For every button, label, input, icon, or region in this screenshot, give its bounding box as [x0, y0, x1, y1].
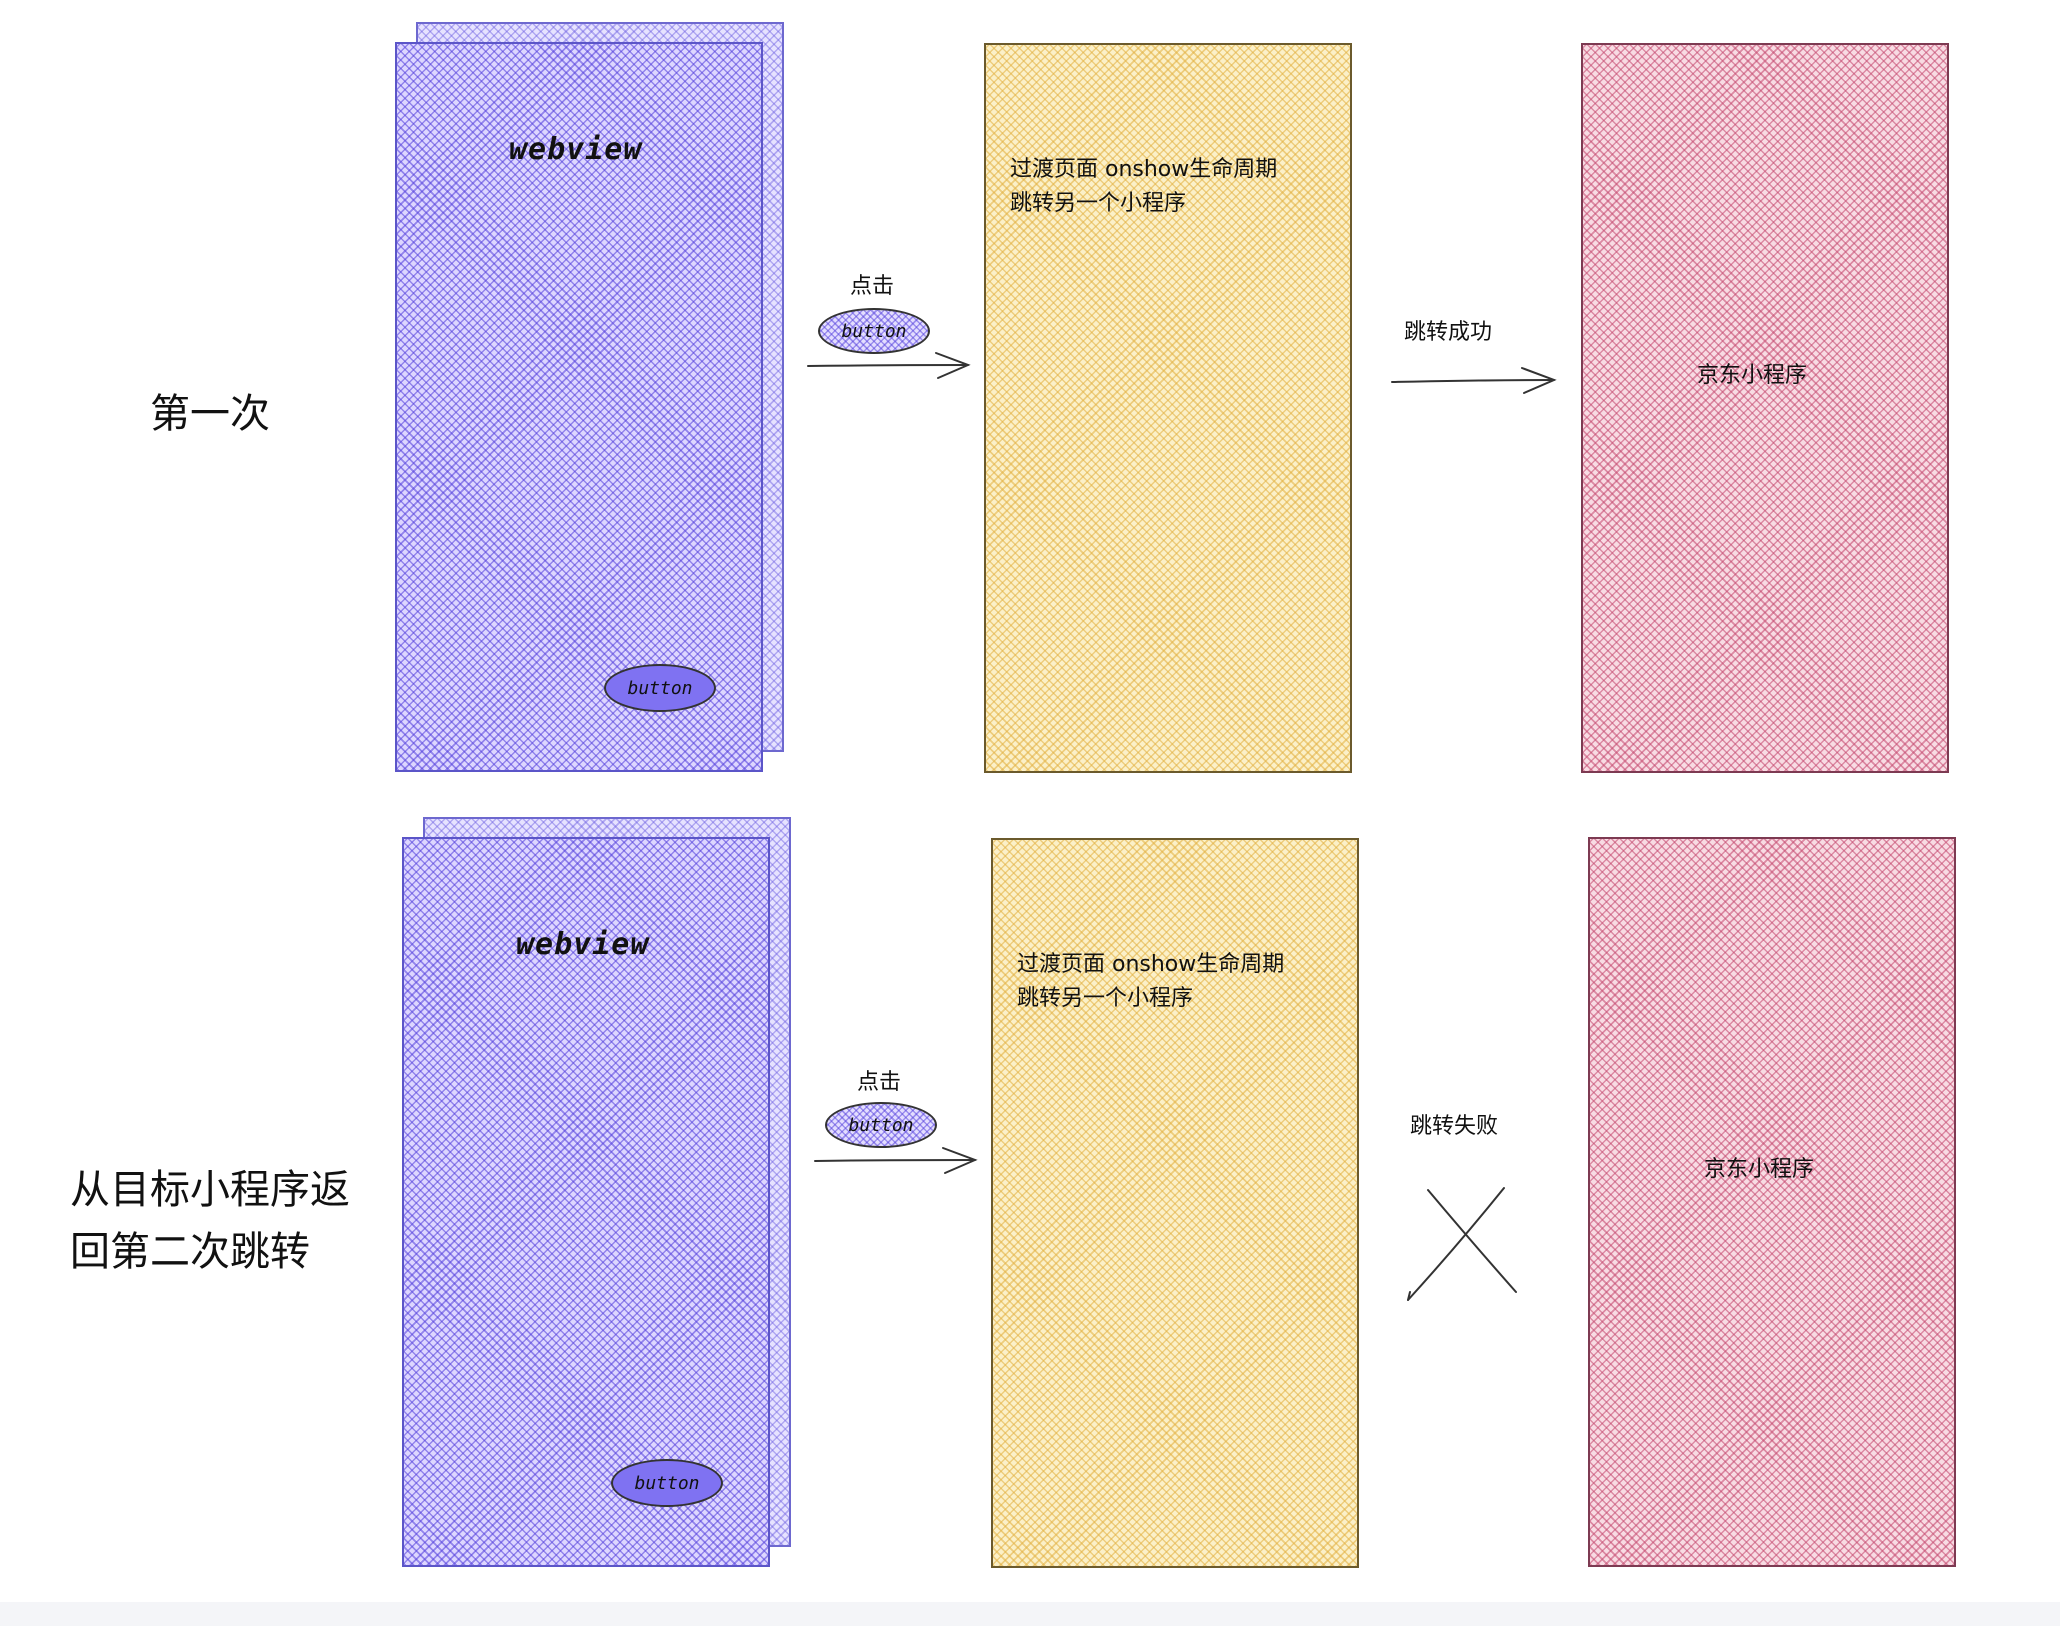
x-cross-icon — [1407, 1187, 1517, 1301]
connectors-layer — [807, 352, 1557, 1301]
bottom-band — [0, 1602, 2060, 1626]
row1-click-arrow-icon — [807, 352, 971, 379]
row2-click-arrow-icon — [814, 1147, 978, 1174]
row1-success-arrow-icon — [1391, 367, 1557, 394]
